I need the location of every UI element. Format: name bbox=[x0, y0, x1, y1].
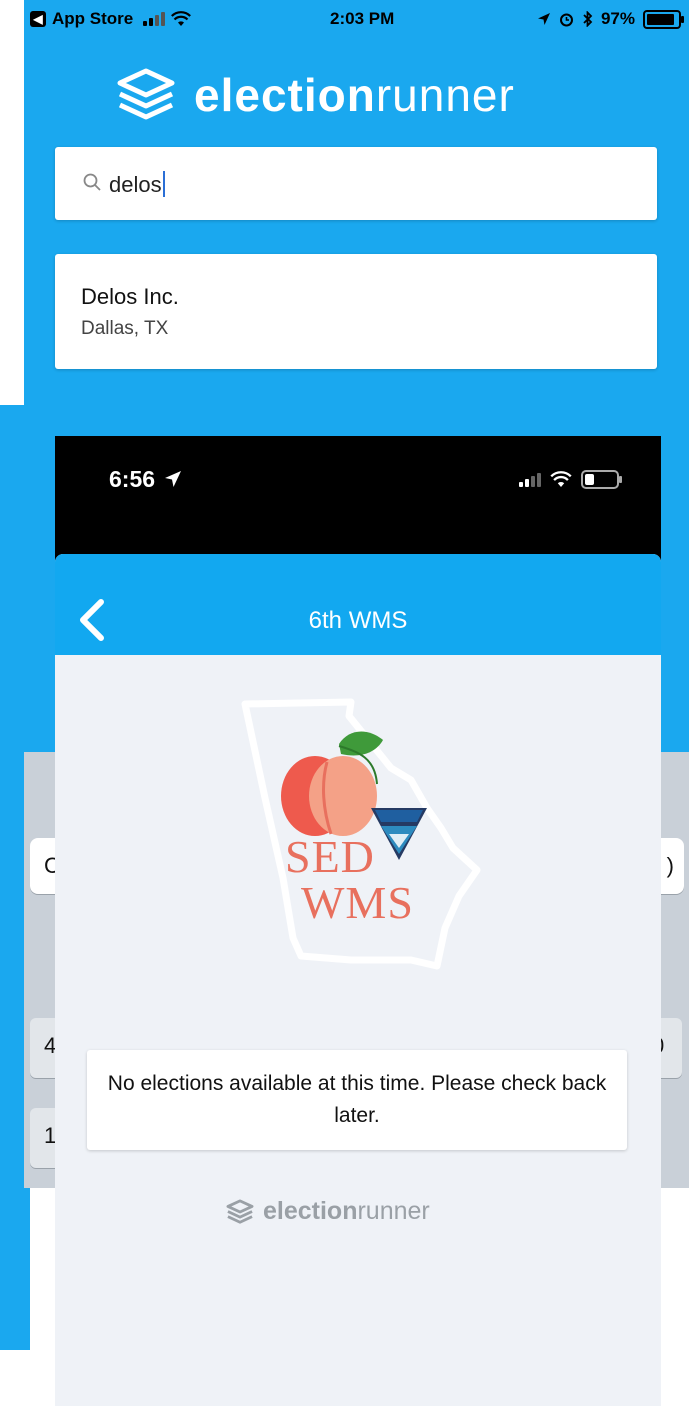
overlay-status-time: 6:56 bbox=[109, 466, 183, 493]
bluetooth-icon bbox=[583, 11, 593, 27]
brand-wordmark: electionrunner bbox=[194, 68, 515, 122]
cellular-signal-icon bbox=[143, 12, 166, 26]
cellular-signal-icon bbox=[519, 472, 541, 487]
navigation-bar: 6th WMS bbox=[55, 554, 661, 655]
battery-icon bbox=[643, 9, 684, 29]
organization-logo: SED WMS bbox=[241, 698, 486, 970]
emblem-badge-icon bbox=[371, 808, 427, 860]
logo-text-wms: WMS bbox=[301, 877, 414, 928]
search-value[interactable]: delos bbox=[109, 171, 165, 198]
location-arrow-icon bbox=[537, 13, 550, 25]
electionrunner-logo: electionrunner bbox=[114, 60, 634, 130]
result-location: Dallas, TX bbox=[81, 318, 169, 339]
organization-detail-screen: 6:56 6th WMS SED WMS No elections availa… bbox=[55, 436, 661, 1406]
modal-sheet: 6th WMS SED WMS No elections available a… bbox=[55, 554, 661, 1406]
overlay-status-bar: 6:56 bbox=[55, 436, 661, 554]
brand-wordmark-light: runner bbox=[375, 69, 515, 121]
status-time: 2:03 PM bbox=[330, 9, 395, 28]
overlay-status-right bbox=[519, 470, 622, 489]
battery-percent: 97% bbox=[600, 9, 635, 28]
wifi-icon bbox=[550, 471, 572, 487]
status-bar-left: ◀ App Store bbox=[30, 9, 192, 29]
search-result-item[interactable]: Delos Inc. Dallas, TX bbox=[55, 254, 657, 369]
status-bar-right: 97% bbox=[537, 9, 684, 29]
back-to-app-icon[interactable]: ◀ bbox=[30, 11, 46, 27]
result-organization-name: Delos Inc. bbox=[81, 284, 179, 309]
no-elections-notice: No elections available at this time. Ple… bbox=[87, 1050, 627, 1150]
footer-wordmark-light: runner bbox=[357, 1197, 430, 1225]
layers-logo-icon bbox=[117, 68, 175, 120]
footer-wordmark: electionrunner bbox=[263, 1197, 430, 1226]
wifi-icon bbox=[171, 11, 192, 26]
battery-icon bbox=[581, 470, 622, 489]
search-icon bbox=[83, 173, 101, 191]
footer-wordmark-bold: election bbox=[263, 1197, 358, 1225]
back-to-app-label[interactable]: App Store bbox=[52, 9, 133, 29]
search-value-text: delos bbox=[109, 172, 162, 197]
location-arrow-icon bbox=[165, 471, 182, 487]
background-field-char-right: ) bbox=[666, 853, 674, 878]
brand-wordmark-bold: election bbox=[194, 69, 376, 121]
organization-search-input[interactable]: delos bbox=[55, 147, 657, 220]
overlay-status-time-text: 6:56 bbox=[109, 466, 156, 492]
alarm-icon bbox=[559, 13, 573, 26]
status-bar: ◀ App Store 2:03 PM 97% bbox=[24, 0, 689, 40]
nav-title: 6th WMS bbox=[308, 607, 408, 634]
text-caret bbox=[162, 171, 165, 197]
footer-electionrunner-logo: electionrunner bbox=[225, 1197, 430, 1226]
layers-logo-icon bbox=[226, 1198, 254, 1224]
